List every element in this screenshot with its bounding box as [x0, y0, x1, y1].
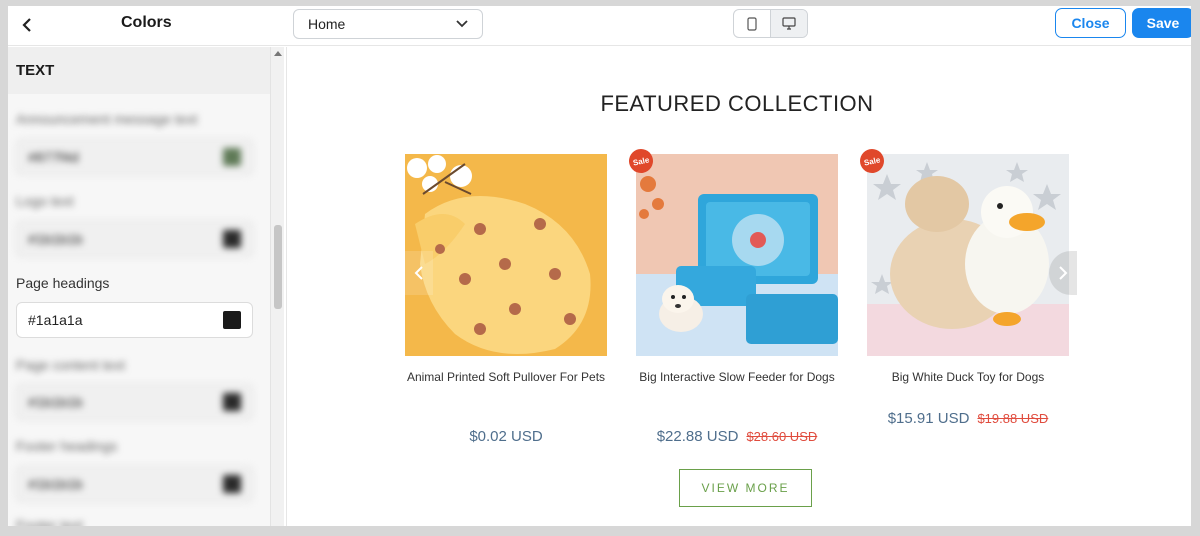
color-field-logo-text[interactable]: #1b1b1b	[16, 221, 253, 257]
field-label-logo-text: Logo text	[16, 193, 74, 209]
section-header-text: TEXT	[8, 47, 270, 94]
product-price: $0.02 USD	[469, 428, 543, 445]
color-swatch[interactable]	[223, 230, 241, 248]
product-image-slow-feeder[interactable]: Sale	[626, 146, 838, 356]
field-label-page-headings: Page headings	[16, 275, 110, 291]
panel-title: Colors	[121, 14, 172, 31]
sidebar-scrollbar[interactable]	[270, 47, 284, 526]
color-field-footer-headings[interactable]: #1b1b1b	[16, 466, 253, 502]
product-compare-price: $19.88 USD	[977, 411, 1049, 426]
desktop-view-button[interactable]	[770, 10, 807, 37]
color-value: #877f4d	[28, 149, 79, 165]
page-select-value: Home	[308, 16, 346, 32]
field-label-footer-headings: Footer headings	[16, 438, 118, 454]
mobile-icon	[747, 16, 757, 31]
product-price-row: $15.91 USD $19.88 USD	[867, 410, 1069, 427]
device-toggle	[733, 9, 808, 38]
desktop-icon	[782, 17, 796, 30]
carousel-prev-button[interactable]	[405, 251, 433, 295]
product-image-duck-toy[interactable]: Sale	[857, 146, 1069, 356]
theme-editor-window: Colors Home Close Save TEXT Announcement…	[8, 6, 1191, 526]
section-title: FEATURED COLLECTION	[600, 91, 874, 116]
view-more-button[interactable]: VIEW MORE	[679, 469, 812, 507]
scrollbar-thumb[interactable]	[274, 225, 282, 309]
product-compare-price: $28.60 USD	[746, 429, 818, 444]
product-name[interactable]: Big White Duck Toy for Dogs	[867, 368, 1069, 386]
close-button[interactable]: Close	[1055, 8, 1126, 38]
color-swatch[interactable]	[223, 475, 241, 493]
color-value: #1b1b1b	[28, 394, 83, 410]
field-label-announcement-text: Announcement message text	[16, 111, 198, 127]
color-swatch[interactable]	[223, 311, 241, 329]
color-field-page-headings[interactable]: #1a1a1a	[16, 302, 253, 338]
chevron-left-icon	[22, 18, 31, 32]
chevron-down-icon	[456, 20, 468, 28]
page-select[interactable]: Home	[293, 9, 483, 39]
color-field-announcement-text[interactable]: #877f4d	[16, 139, 253, 175]
color-swatch[interactable]	[223, 393, 241, 411]
product-price: $22.88 USD	[656, 428, 739, 445]
scroll-up-arrow-icon[interactable]	[274, 51, 282, 56]
mobile-view-button[interactable]	[734, 10, 770, 37]
product-image-pullover[interactable]	[405, 154, 607, 356]
back-button[interactable]	[16, 14, 38, 36]
storefront-preview: FEATURED COLLECTION Animal Printed Soft …	[286, 47, 1191, 526]
save-button[interactable]: Save	[1132, 8, 1191, 38]
settings-sidebar: TEXT Announcement message text #877f4d L…	[8, 47, 270, 526]
chevron-right-icon	[1059, 266, 1068, 280]
color-value: #1b1b1b	[28, 231, 83, 247]
product-name[interactable]: Big Interactive Slow Feeder for Dogs	[636, 368, 838, 386]
color-value: #1b1b1b	[28, 476, 83, 492]
product-price-row: $0.02 USD	[405, 428, 607, 445]
field-label-footer-text: Footer text	[16, 517, 83, 526]
product-name[interactable]: Animal Printed Soft Pullover For Pets	[405, 368, 607, 386]
field-label-page-content-text: Page content text	[16, 357, 125, 373]
product-price-row: $22.88 USD $28.60 USD	[636, 428, 838, 445]
product-price: $15.91 USD	[887, 410, 970, 427]
editor-toolbar: Colors Home Close Save	[8, 6, 1191, 46]
chevron-left-icon	[414, 266, 423, 280]
color-swatch[interactable]	[223, 148, 241, 166]
color-value: #1a1a1a	[28, 312, 83, 328]
color-field-page-content-text[interactable]: #1b1b1b	[16, 384, 253, 420]
